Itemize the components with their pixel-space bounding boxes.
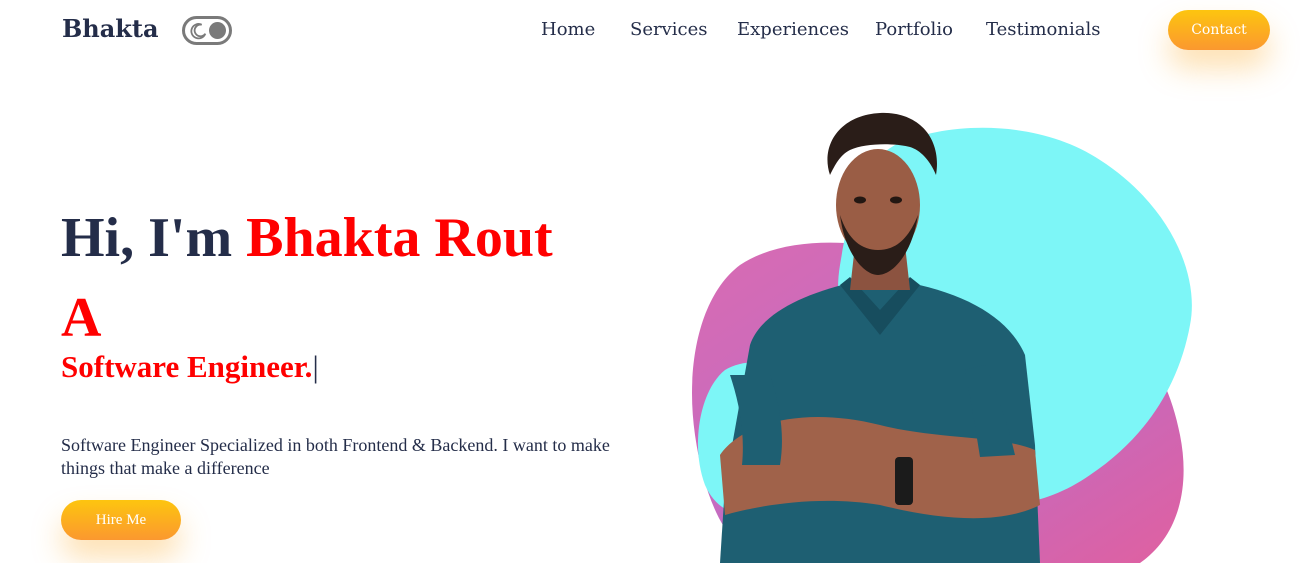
hero-greeting: Hi, I'm (61, 207, 247, 269)
hire-me-button[interactable]: Hire Me (61, 500, 181, 540)
watch (895, 457, 913, 505)
hero-name: Bhakta Rout (246, 207, 553, 269)
eye-right (890, 196, 902, 204)
contact-button[interactable]: Contact (1168, 10, 1270, 50)
hero-heading: Hi, I'm Bhakta Rout (61, 200, 553, 276)
typing-cursor: | (312, 349, 319, 384)
moon-icon (190, 23, 207, 40)
nav-link-services[interactable]: Services (630, 19, 707, 40)
hero-article: A (61, 287, 102, 349)
nav-link-portfolio[interactable]: Portfolio (875, 19, 953, 40)
nav-link-testimonials[interactable]: Testimonials (986, 19, 1100, 40)
eye-left (854, 196, 866, 204)
toggle-knob (209, 22, 226, 39)
hero-role: Software Engineer.| (61, 348, 319, 386)
theme-toggle[interactable] (182, 16, 232, 45)
hero-description: Software Engineer Specialized in both Fr… (61, 435, 610, 478)
nav-link-experiences[interactable]: Experiences (737, 19, 849, 40)
navbar: Bhakta Home Services Experiences Portfol… (0, 0, 1311, 62)
nav-link-home[interactable]: Home (541, 19, 595, 40)
hero-illustration (680, 105, 1210, 563)
hero-blobs (692, 112, 1192, 563)
hero-role-text: Software Engineer. (61, 349, 313, 384)
brand-logo[interactable]: Bhakta (62, 14, 159, 43)
